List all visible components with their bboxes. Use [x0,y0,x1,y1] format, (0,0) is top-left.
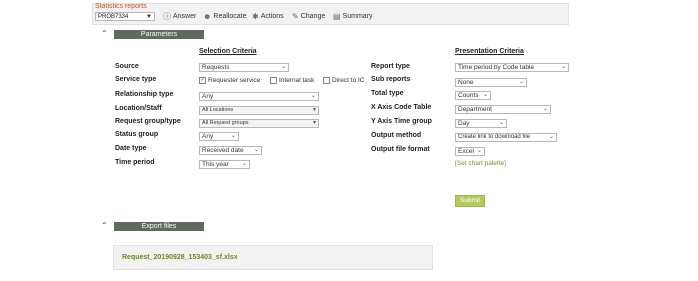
sub-reports-select[interactable]: None ⌄ [455,78,527,87]
collapse-export-icon[interactable]: ⌃ [101,221,108,230]
chevron-down-icon: ▾ [312,120,316,126]
report-type-value: Time period by Code table [458,64,534,71]
service-type-label: Service type [115,76,157,83]
checkbox-checked-icon: ✓ [199,77,206,84]
time-period-select[interactable]: This year ⌄ [199,160,250,169]
output-format-select[interactable]: Excel ⌄ [455,147,485,156]
chevron-down-icon: ⌄ [280,64,286,70]
status-group-label: Status group [115,131,159,138]
chevron-down-icon: ⌄ [542,106,548,112]
people-icon: ☻ [203,12,212,21]
request-group-label: Request group/type [115,118,181,125]
set-chart-palette-link[interactable]: [Set chart palette] [455,160,506,167]
document-icon: ▤ [333,12,341,21]
problem-select-value: PROB7334 [98,14,129,20]
chevron-down-icon: ⌄ [560,64,566,70]
chevron-down-icon: ⌄ [498,120,504,126]
internal-task-label: Internal task [279,77,315,84]
presentation-criteria-title: Presentation Criteria [455,48,524,55]
output-format-label: Output file format [371,146,430,153]
checkbox-icon [323,77,330,84]
reallocate-button[interactable]: ☻ Reallocate [203,12,247,21]
actions-label: Actions [260,13,284,20]
y-axis-label: Y Axis Time group [371,118,432,125]
info-icon: ⓘ [163,12,171,21]
parameters-section-header: Parameters [114,30,204,39]
y-axis-select[interactable]: Day ⌄ [455,119,507,128]
location-staff-label: Location/Staff [115,105,162,112]
sub-reports-value: None [458,79,474,86]
x-axis-value: Department [458,106,492,113]
direct-to-ic-checkbox[interactable]: Direct to IC [323,77,369,84]
time-period-label: Time period [115,159,155,166]
chevron-down-icon: ⌄ [230,133,236,139]
chevron-down-icon: ⌄ [241,161,247,167]
date-type-label: Date type [115,145,147,152]
selection-criteria-title: Selection Criteria [199,48,257,55]
location-staff-value: All Locations [202,107,234,113]
relationship-type-select[interactable]: Any ⌄ [199,92,319,101]
total-type-value: Counts [458,92,479,99]
chevron-down-icon: ▾ [312,107,316,113]
relationship-type-value: Any [202,93,214,100]
total-type-label: Total type [371,90,404,97]
source-select[interactable]: Requests ⌄ [199,63,289,72]
y-axis-value: Day [458,120,470,127]
x-axis-select[interactable]: Department ⌄ [455,105,551,114]
chevron-down-icon: ⌄ [310,93,316,99]
report-type-label: Report type [371,63,410,70]
answer-label: Answer [173,13,197,20]
chevron-down-icon: ⌄ [253,147,259,153]
answer-button[interactable]: ⓘ Answer [163,12,196,21]
export-file-link[interactable]: Request_20190928_153403_sf.xlsx [122,254,238,261]
edit-icon: ✎ [292,12,299,21]
sub-reports-label: Sub reports [371,76,411,83]
chevron-down-icon: ▼ [146,14,152,20]
relationship-type-label: Relationship type [115,91,174,98]
problem-select[interactable]: PROB7334 ▼ [95,12,155,21]
output-method-value: Create link to download file [458,134,531,140]
star-icon: ✱ [252,12,259,21]
output-format-value: Excel [458,148,474,155]
change-label: Change [300,13,326,20]
change-button[interactable]: ✎ Change [292,12,325,21]
status-group-select[interactable]: Any ⌄ [199,132,239,141]
source-label: Source [115,63,139,70]
x-axis-label: X Axis Code Table [371,104,432,111]
actions-button[interactable]: ✱ Actions [252,12,284,21]
export-files-section-header: Export files [114,222,204,231]
chevron-down-icon: ⌄ [518,79,524,85]
page-title: Statistics reports [95,3,147,10]
status-group-value: Any [202,133,214,140]
requester-service-label: Requester service [208,77,261,84]
chevron-down-icon: ⌄ [476,148,482,154]
summary-button[interactable]: ▤ Summary [333,12,373,21]
chevron-down-icon: ⌄ [482,92,488,98]
summary-label: Summary [342,13,373,20]
chevron-down-icon: ⌄ [548,134,554,140]
time-period-value: This year [202,161,229,168]
source-value: Requests [202,64,230,71]
request-group-select[interactable]: All Request groups ▾ [199,119,319,128]
request-group-value: All Request groups [202,120,249,126]
internal-task-checkbox[interactable]: Internal task [270,77,314,84]
submit-button[interactable]: Submit [455,195,485,207]
reallocate-label: Reallocate [213,13,247,20]
output-method-label: Output method [371,132,422,139]
direct-to-ic-label: Direct to IC [332,77,365,84]
date-type-value: Received date [202,147,244,154]
report-type-select[interactable]: Time period by Code table ⌄ [455,63,569,72]
total-type-select[interactable]: Counts ⌄ [455,91,491,100]
collapse-parameters-icon[interactable]: ⌃ [101,29,108,38]
location-staff-select[interactable]: All Locations ▾ [199,106,319,115]
requester-service-checkbox[interactable]: ✓ Requester service [199,77,260,84]
output-method-select[interactable]: Create link to download file ⌄ [455,133,557,142]
checkbox-icon [270,77,277,84]
date-type-select[interactable]: Received date ⌄ [199,146,262,155]
